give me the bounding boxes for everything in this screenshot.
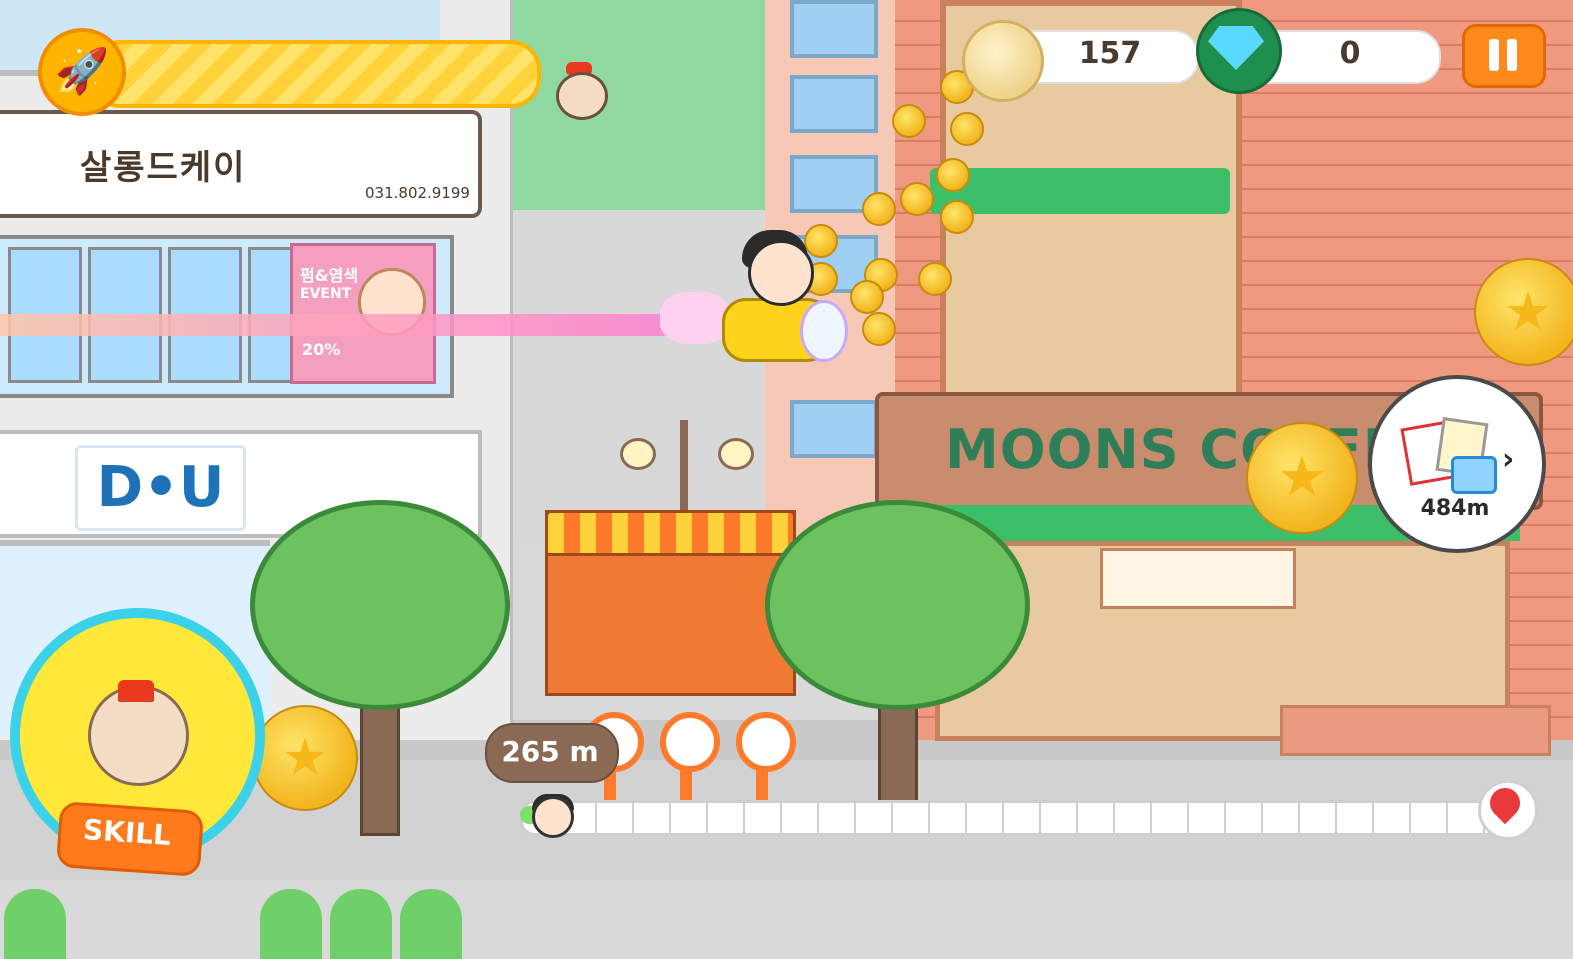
lamp-bulb (718, 438, 754, 470)
background-wall (510, 210, 765, 540)
coin (862, 312, 896, 346)
event-discount: 20% (302, 340, 341, 359)
cafe-menu-board (1100, 548, 1296, 609)
pause-icon (1489, 39, 1499, 71)
fire-hydrant (736, 712, 796, 772)
cafe-awning (930, 168, 1230, 214)
event-title: 펌&염색 (300, 266, 359, 285)
coin (850, 280, 884, 314)
coin-icon (962, 20, 1044, 102)
coin (900, 182, 934, 216)
lamp-bulb (620, 438, 656, 470)
plane-trail (0, 314, 680, 336)
rocket-icon: 🚀 (38, 28, 126, 116)
coin (940, 200, 974, 234)
rocket-gauge (90, 40, 541, 108)
event-subtitle: EVENT (300, 286, 352, 302)
tree-canopy (765, 500, 1030, 710)
cafe-name: MOONS COFFEE (945, 418, 1439, 481)
distance-value: 265 m (501, 735, 599, 768)
middle-window (790, 400, 878, 458)
plane-smoke (660, 292, 730, 344)
coin (804, 224, 838, 258)
next-reward-distance: 484m (1420, 496, 1490, 521)
tree-canopy (250, 500, 510, 710)
plane-propeller (800, 300, 848, 362)
big-star-coin: ★ (1246, 422, 1358, 534)
big-star-coin: ★ (1474, 258, 1573, 366)
awning-dome (400, 889, 462, 959)
middle-window (790, 0, 878, 58)
coin (950, 112, 984, 146)
salon-phone: 031.802.9199 (365, 184, 470, 202)
cafe-steps (1280, 705, 1551, 756)
chevron-right-icon: › (1502, 442, 1515, 477)
distance-track (520, 800, 1501, 836)
du-logo: D•U (75, 445, 246, 531)
coin (936, 158, 970, 192)
pause-button[interactable] (1462, 24, 1546, 88)
coin (862, 192, 896, 226)
player-marker-icon (532, 796, 574, 838)
awning-dome (4, 889, 66, 959)
gift-items-icon (1400, 417, 1497, 494)
middle-window (790, 75, 878, 133)
crown-icon (118, 680, 154, 702)
food-cart-awning (545, 510, 796, 556)
coin-count: 157 (1078, 36, 1142, 71)
pause-icon (1507, 39, 1517, 71)
gem-count: 0 (1339, 36, 1361, 71)
pet-bird (556, 72, 608, 120)
coin (918, 262, 952, 296)
street-lamp (680, 420, 688, 515)
salon-name: 살롱드케이 (80, 148, 247, 188)
pilot-character (748, 240, 814, 306)
background-sky (510, 0, 765, 210)
awning-dome (260, 889, 322, 959)
awning-dome (330, 889, 392, 959)
fire-hydrant (660, 712, 720, 772)
big-star-coin: ★ (252, 705, 358, 811)
coin (892, 104, 926, 138)
